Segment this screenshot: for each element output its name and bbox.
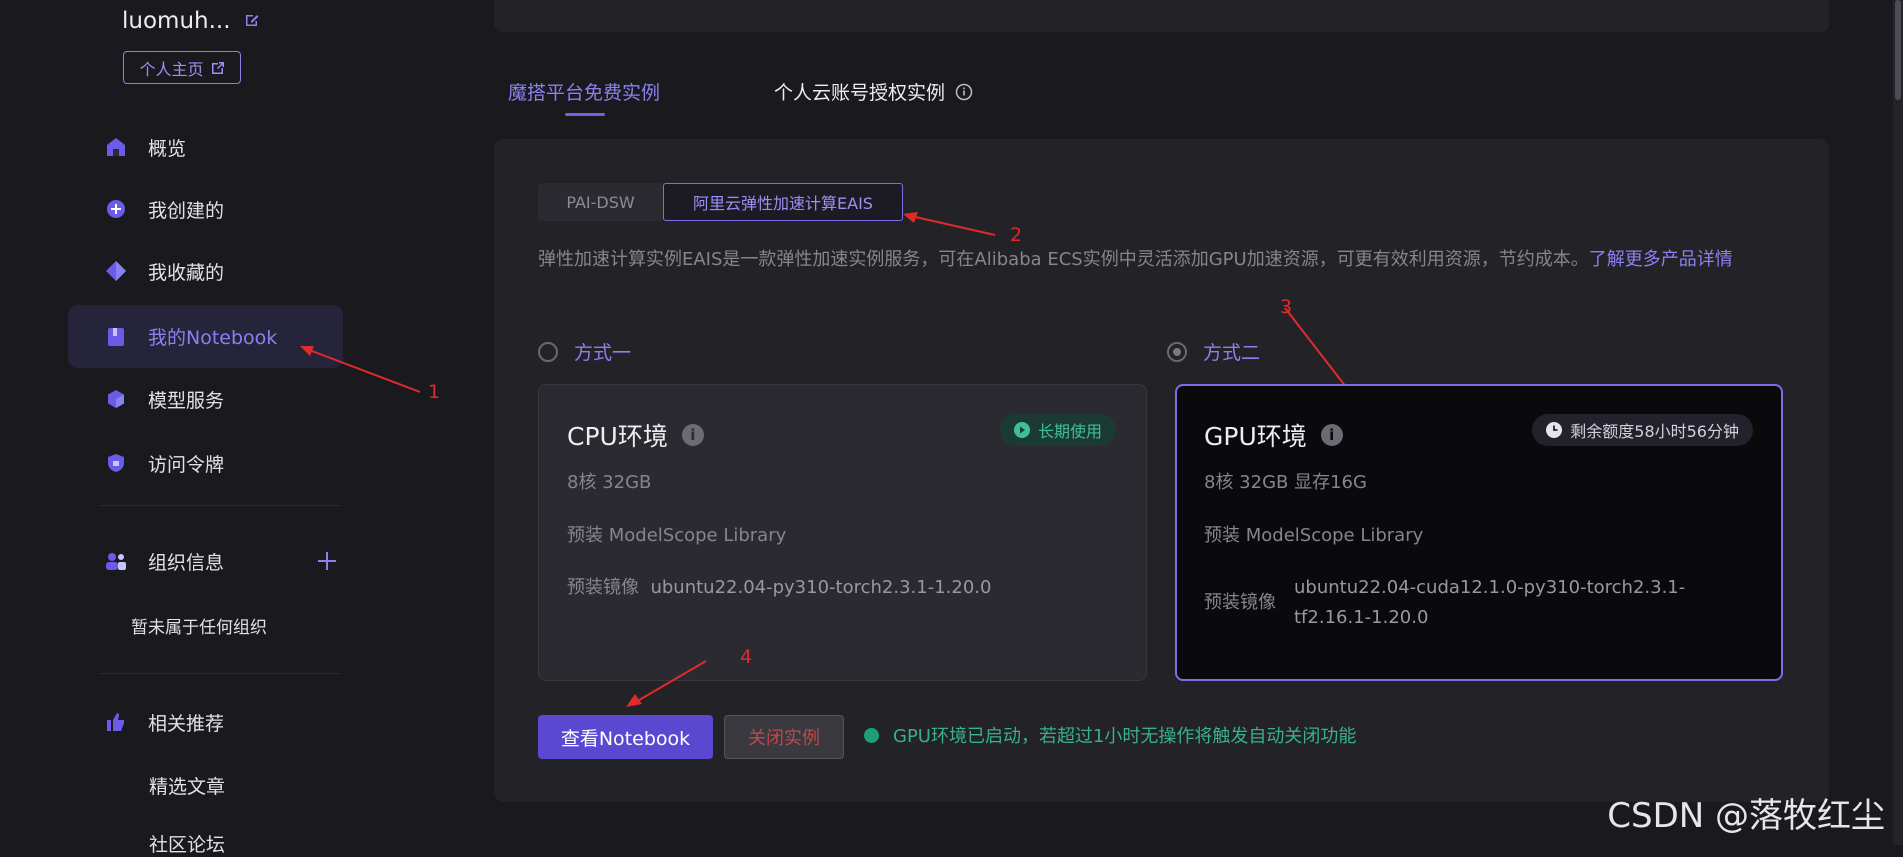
watermark: CSDN @落牧红尘: [1607, 796, 1885, 836]
cube-icon: [104, 387, 128, 411]
create-icon: [104, 197, 128, 221]
sidebar-item-label: 我收藏的: [148, 261, 225, 284]
plus-icon: [318, 552, 336, 570]
status-dot-icon: [864, 727, 879, 743]
radio-button[interactable]: [538, 341, 558, 362]
shield-icon: [104, 451, 128, 475]
profile-button[interactable]: 个人主页: [123, 51, 241, 84]
sidebar-item-created[interactable]: 我创建的: [68, 179, 343, 239]
card-title-text: CPU环境: [567, 422, 668, 451]
cpu-env-card[interactable]: CPU环境 i 长期使用 8核 32GB 预装 ModelScope Libra…: [538, 384, 1147, 681]
tab-personal-cloud-label: 个人云账号授权实例: [774, 82, 946, 104]
segment-control: PAI-DSW 阿里云弹性加速计算EAIS: [538, 183, 903, 221]
gpu-spec: 8核 32GB 显存16G: [1204, 472, 1367, 493]
annotation-arrow-2: [903, 212, 996, 236]
annotation-label-4: 4: [740, 646, 753, 668]
info-icon[interactable]: i: [681, 424, 704, 446]
long-term-badge: 长期使用: [999, 414, 1116, 446]
info-icon[interactable]: i: [1320, 424, 1343, 446]
cpu-spec: 8核 32GB: [567, 472, 652, 493]
org-info-label: 组织信息: [148, 551, 225, 574]
card-title: GPU环境 i: [1204, 417, 1343, 453]
close-instance-button[interactable]: 关闭实例: [724, 715, 844, 759]
recommend-item-articles[interactable]: 精选文章: [149, 772, 225, 799]
status-text: GPU环境已启动，若超过1小时无操作将触发自动关闭功能: [893, 726, 1357, 747]
sidebar-item-label: 我的Notebook: [148, 327, 278, 349]
external-link-icon: [211, 61, 224, 74]
sidebar-item-access-token[interactable]: 访问令牌: [68, 433, 343, 493]
radio-option-1[interactable]: 方式一: [538, 338, 631, 365]
home-icon: [104, 135, 128, 159]
recommend-item-forum[interactable]: 社区论坛: [149, 830, 225, 857]
notebook-icon: [104, 325, 128, 349]
sidebar-item-favorites[interactable]: 我收藏的: [68, 241, 343, 301]
learn-more-link[interactable]: 了解更多产品详情: [1589, 249, 1733, 270]
team-icon: [104, 549, 128, 573]
eais-description: 弹性加速计算实例EAIS是一款弹性加速实例服务，可在Alibaba ECS实例中…: [538, 244, 1788, 275]
description-text: 弹性加速计算实例EAIS是一款弹性加速实例服务，可在Alibaba ECS实例中…: [538, 249, 1589, 270]
segment-pai-dsw[interactable]: PAI-DSW: [538, 183, 663, 221]
tab-underline: [565, 113, 605, 116]
gpu-preinstall: 预装 ModelScope Library: [1204, 525, 1424, 546]
badge-text: 剩余额度58小时56分钟: [1570, 422, 1739, 441]
card-title-text: GPU环境: [1204, 422, 1307, 451]
top-card-remnant: [494, 0, 1829, 32]
divider: [100, 673, 340, 674]
org-empty-text: 暂未属于任何组织: [131, 618, 267, 638]
radio-button[interactable]: [1167, 341, 1187, 362]
status-message: GPU环境已启动，若超过1小时无操作将触发自动关闭功能: [864, 722, 1356, 748]
play-icon: [1013, 422, 1030, 438]
edit-icon[interactable]: [244, 12, 260, 32]
sidebar-item-label: 我创建的: [148, 199, 225, 222]
card-title: CPU环境 i: [567, 417, 704, 453]
quota-badge: 剩余额度58小时56分钟: [1532, 414, 1753, 446]
radio-option-2[interactable]: 方式二: [1167, 338, 1260, 365]
badge-text: 长期使用: [1037, 422, 1102, 441]
divider: [100, 505, 340, 506]
image-label: 预装镜像: [567, 577, 639, 598]
gpu-image-value: ubuntu22.04-cuda12.1.0-py310-torch2.3.1-…: [1294, 573, 1685, 633]
segment-eais[interactable]: 阿里云弹性加速计算EAIS: [663, 183, 903, 221]
annotation-label-1: 1: [428, 381, 441, 403]
info-icon[interactable]: [955, 83, 973, 101]
annotation-label-2: 2: [1010, 224, 1023, 246]
tab-free-instance[interactable]: 魔搭平台免费实例: [508, 78, 660, 105]
sidebar: luomuh... 个人主页 概览 我创建的 我收藏的 我的Notebook 模…: [0, 0, 460, 856]
favorite-icon: [104, 259, 128, 283]
sidebar-item-label: 访问令牌: [148, 453, 225, 476]
clock-icon: [1546, 422, 1563, 438]
thumbs-up-icon: [104, 710, 128, 734]
sidebar-item-label: 概览: [148, 137, 187, 160]
profile-label: 个人主页: [139, 59, 204, 79]
recommend-header: 相关推荐: [68, 692, 343, 752]
image-value-line: ubuntu22.04-cuda12.1.0-py310-torch2.3.1-: [1294, 577, 1686, 598]
scrollbar[interactable]: [1893, 0, 1903, 845]
recommend-label: 相关推荐: [148, 712, 225, 735]
annotation-label-3: 3: [1280, 296, 1293, 318]
image-value: ubuntu22.04-py310-torch2.3.1-1.20.0: [650, 577, 992, 598]
radio-label: 方式一: [574, 342, 632, 364]
cpu-image: 预装镜像 ubuntu22.04-py310-torch2.3.1-1.20.0: [567, 573, 991, 599]
radio-label: 方式二: [1203, 342, 1261, 364]
annotation-arrow-1: [300, 346, 421, 393]
org-info-header: 组织信息: [68, 531, 358, 591]
gpu-image-label: 预装镜像: [1204, 592, 1276, 613]
sidebar-item-overview[interactable]: 概览: [68, 117, 343, 177]
sidebar-item-label: 模型服务: [148, 389, 225, 412]
tab-personal-cloud[interactable]: 个人云账号授权实例: [774, 78, 973, 105]
view-notebook-button[interactable]: 查看Notebook: [538, 715, 713, 759]
add-org-button[interactable]: [316, 550, 338, 576]
username: luomuh...: [122, 8, 231, 34]
cpu-preinstall: 预装 ModelScope Library: [567, 525, 787, 546]
image-value-line: tf2.16.1-1.20.0: [1294, 607, 1429, 628]
annotation-arrow-4: [626, 660, 707, 707]
scrollbar-thumb[interactable]: [1895, 0, 1901, 100]
gpu-env-card[interactable]: GPU环境 i 剩余额度58小时56分钟 8核 32GB 显存16G 预装 Mo…: [1175, 384, 1783, 681]
